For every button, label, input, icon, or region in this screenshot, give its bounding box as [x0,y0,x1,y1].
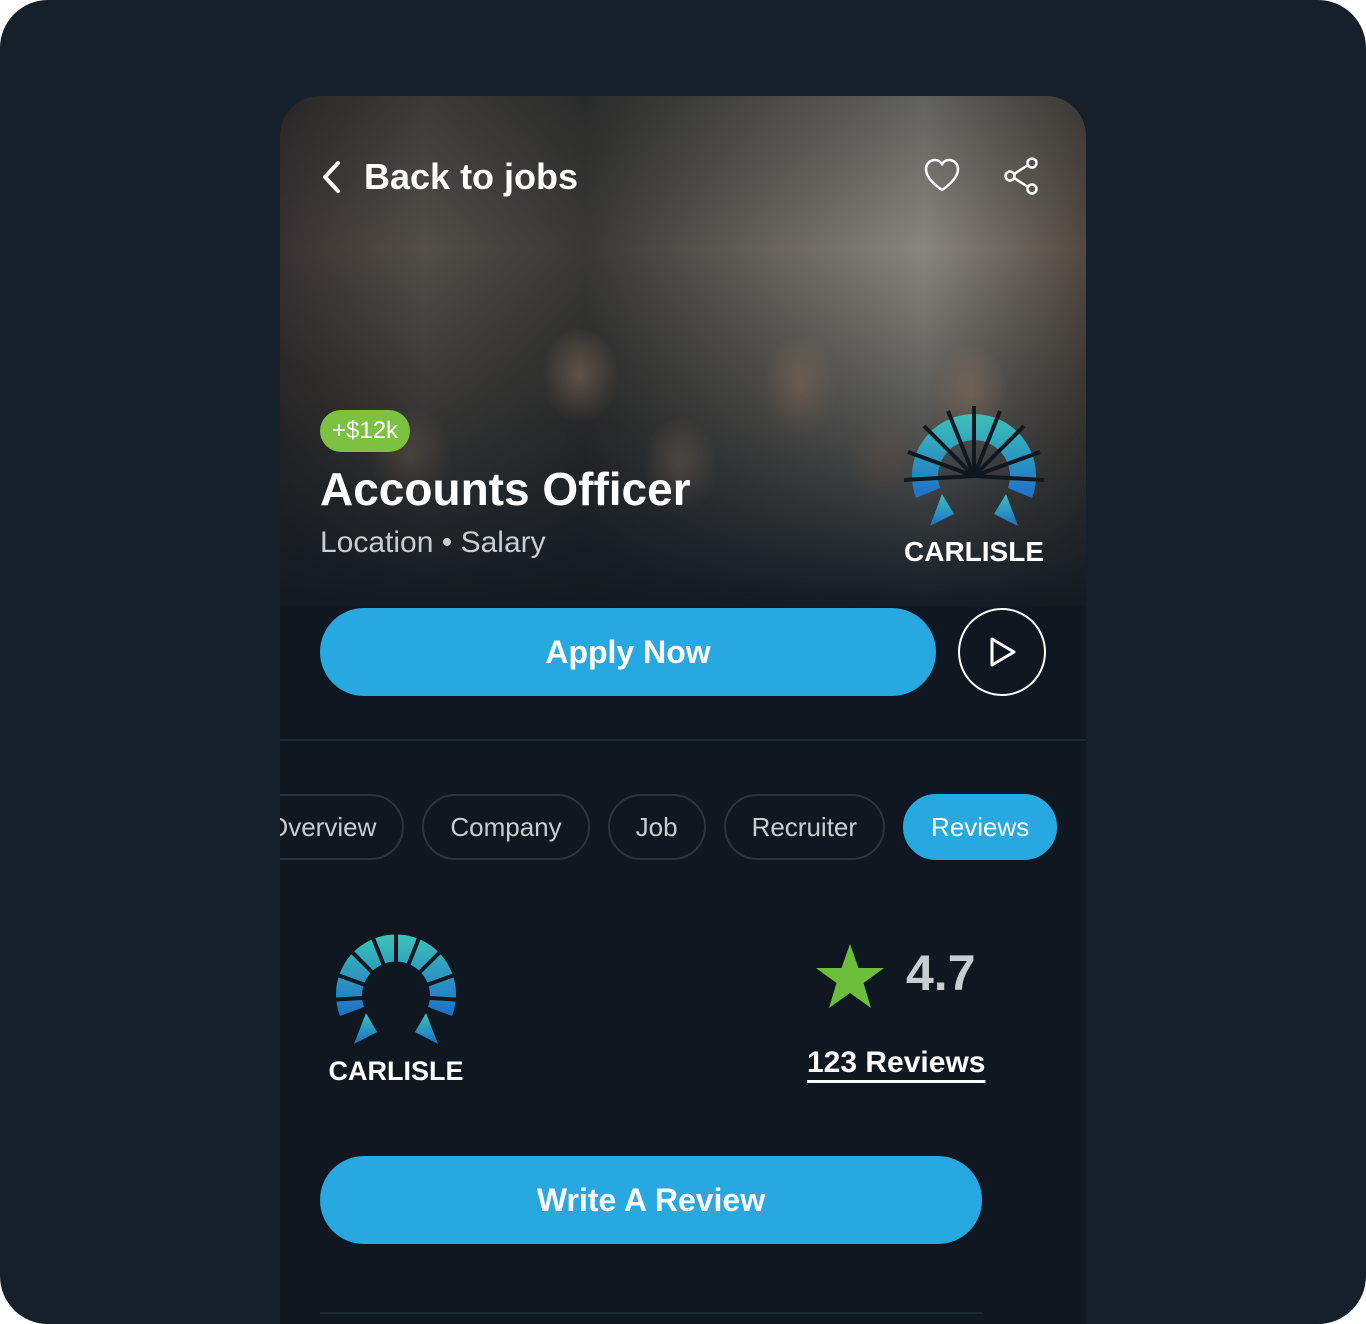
job-meta: Location • Salary [320,526,546,559]
hero-photo: Back to jobs +$12k Accounts Officer Loca… [280,96,1086,606]
tab-bar: Overview Company Job Recruiter Reviews [280,794,1075,860]
play-icon [990,637,1016,667]
rating-value: 4.7 [906,945,976,1001]
back-label: Back to jobs [364,156,579,197]
tab-recruiter[interactable]: Recruiter [723,794,886,860]
tab-overview[interactable]: Overview [280,794,405,860]
heart-icon[interactable] [922,156,962,196]
job-title: Accounts Officer [320,463,691,515]
write-review-button[interactable]: Write A Review [320,1156,982,1244]
star-icon [816,944,884,1008]
share-icon[interactable] [1002,156,1042,196]
company-logo-large: CARLISLE [327,930,465,1086]
tab-job[interactable]: Job [607,794,706,860]
tab-company[interactable]: Company [422,794,590,860]
bottom-divider [320,1312,982,1314]
tab-reviews[interactable]: Reviews [903,794,1058,860]
apply-now-button[interactable]: Apply Now [320,608,936,696]
app-screen: Back to jobs +$12k Accounts Officer Loca… [280,96,1086,1324]
back-to-jobs-button[interactable]: Back to jobs [320,152,578,202]
play-video-button[interactable] [958,608,1046,696]
reviews-count-link[interactable]: 123 Reviews [807,1046,985,1080]
section-divider [280,739,1086,741]
bonus-badge: +$12k [320,410,411,452]
company-logo-text: CARLISLE [904,536,1044,567]
chevron-left-icon [323,161,340,193]
company-logo: CARLISLE [903,406,1045,567]
device-frame: Back to jobs +$12k Accounts Officer Loca… [0,0,1366,1324]
company-logo-large-text: CARLISLE [329,1056,464,1086]
